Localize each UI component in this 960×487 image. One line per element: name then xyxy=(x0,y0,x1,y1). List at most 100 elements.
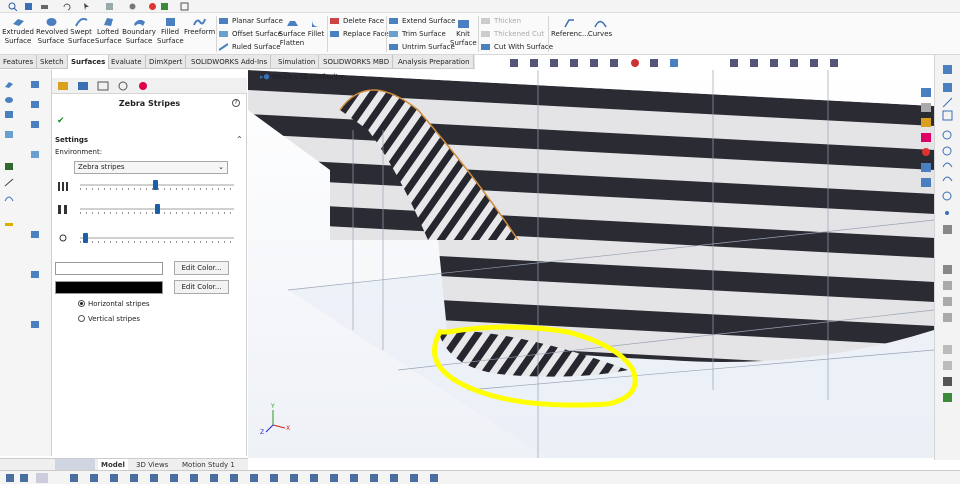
replace-face-button[interactable]: Replace Face xyxy=(330,28,389,40)
trim-surface-icon xyxy=(389,31,398,37)
cut-with-surface-button[interactable]: Cut With Surface xyxy=(481,41,553,53)
precision-icon xyxy=(59,234,67,242)
delete-face-icon[interactable] xyxy=(30,230,40,239)
extend-icon[interactable] xyxy=(30,270,40,279)
freeform-button[interactable]: Freeform xyxy=(184,13,215,37)
stripe-color-swatch-1 xyxy=(55,262,163,275)
appearance-icon[interactable] xyxy=(160,2,169,11)
lofted-surface-icon xyxy=(103,18,113,26)
revolved-surface-icon xyxy=(46,18,56,26)
view-toolbar-icons[interactable] xyxy=(510,59,838,67)
tab-simulation[interactable]: Simulation xyxy=(275,55,320,69)
sketch-icon[interactable] xyxy=(4,178,14,187)
horizontal-stripes-radio[interactable]: Horizontal stripes xyxy=(78,299,150,309)
select-icon[interactable] xyxy=(82,2,91,11)
rebuild-icon[interactable] xyxy=(105,2,114,11)
collapse-caret-icon[interactable]: ⌃ xyxy=(236,135,243,144)
tab-solidworks-mbd[interactable]: SOLIDWORKS MBD xyxy=(320,55,394,69)
document-title[interactable]: ▸⬢ thesis v10 (Default<... xyxy=(260,73,351,81)
slider-thumb[interactable] xyxy=(155,204,160,214)
tab-analysis-preparation[interactable]: Analysis Preparation xyxy=(395,55,474,69)
tab-solidworks-add-ins[interactable]: SOLIDWORKS Add-Ins xyxy=(188,55,272,69)
curve-icon[interactable] xyxy=(4,193,14,202)
appearance-icons[interactable] xyxy=(921,88,931,187)
configuration-manager-tab-icon[interactable] xyxy=(96,80,110,92)
offset-surface-button[interactable]: Offset Surface xyxy=(219,28,282,40)
lofted-surface-button[interactable]: Lofted Surface xyxy=(95,13,122,46)
edit-color-button-1[interactable]: Edit Color... xyxy=(174,261,229,275)
knit-surface-button[interactable]: Knit Surface xyxy=(450,15,477,48)
stripe-width-icon xyxy=(58,205,67,214)
save-icon[interactable] xyxy=(24,2,33,11)
fillet-icon[interactable] xyxy=(30,150,40,159)
swept-surface-icon[interactable] xyxy=(4,110,14,119)
offset-icon[interactable] xyxy=(30,100,40,109)
fillet-button[interactable]: Fillet xyxy=(306,15,326,39)
thickened-cut-button[interactable]: Thickened Cut xyxy=(481,28,544,40)
plane-icon[interactable] xyxy=(30,80,40,89)
stripe-width-slider[interactable] xyxy=(80,204,234,214)
planar-surface-button[interactable]: Planar Surface xyxy=(219,15,283,27)
boundary-surface-button[interactable]: Boundary Surface xyxy=(122,13,156,46)
right-toolbar-icons[interactable] xyxy=(942,65,953,402)
lofted-surface-icon[interactable] xyxy=(4,130,14,139)
number-of-stripes-slider[interactable] xyxy=(80,180,234,190)
reference-geometry-button[interactable]: Referenc... xyxy=(551,15,589,39)
reference-triad: Y X Z xyxy=(260,403,290,436)
replace-face-icon xyxy=(330,31,339,37)
precision-slider[interactable] xyxy=(80,233,234,243)
print-icon[interactable] xyxy=(40,2,49,11)
thicken-button[interactable]: Thicken xyxy=(481,15,521,27)
revolved-surface-button[interactable]: Revolved Surface xyxy=(36,13,68,46)
grid-icon[interactable] xyxy=(180,2,189,11)
tab-features[interactable]: Features xyxy=(0,55,38,69)
undo-icon[interactable] xyxy=(62,2,71,11)
ok-check-icon[interactable]: ✔ xyxy=(57,116,65,126)
vertical-stripes-radio[interactable]: Vertical stripes xyxy=(78,314,140,324)
trim-surface-icon[interactable] xyxy=(4,162,14,171)
tab-surfaces[interactable]: Surfaces xyxy=(68,55,110,69)
slider-thumb[interactable] xyxy=(83,233,88,243)
tab-sketch[interactable]: Sketch xyxy=(37,55,68,69)
left-toolbar xyxy=(0,70,52,456)
extruded-surface-icon[interactable] xyxy=(4,80,14,89)
tab-dimxpert[interactable]: DimXpert xyxy=(146,55,187,69)
zebra-stripes-property-manager: Zebra Stripes ? ✔ Settings ⌃ Environment… xyxy=(52,78,247,456)
measure-icon[interactable] xyxy=(4,220,14,229)
help-icon[interactable]: ? xyxy=(232,99,240,107)
options-gear-icon[interactable] xyxy=(128,2,137,11)
feature-manager-tab-icon[interactable] xyxy=(56,80,70,92)
ruled-icon[interactable] xyxy=(30,120,40,129)
customize-icon[interactable] xyxy=(148,2,157,11)
search-icon[interactable] xyxy=(8,2,17,11)
delete-face-button[interactable]: Delete Face xyxy=(330,15,384,27)
slider-thumb[interactable] xyxy=(153,180,158,190)
dimxpert-manager-tab-icon[interactable] xyxy=(116,80,130,92)
extruded-surface-button[interactable]: Extruded Surface xyxy=(2,13,34,46)
graphics-area[interactable]: Y X Z xyxy=(248,70,934,458)
command-manager-ribbon: Extruded Surface Revolved Surface Swept Sur… xyxy=(0,13,960,55)
edit-color-button-2[interactable]: Edit Color... xyxy=(174,280,229,294)
filled-surface-button[interactable]: Filled Surface xyxy=(157,13,184,46)
revolved-surface-icon[interactable] xyxy=(4,95,14,104)
property-manager-tab-icon[interactable] xyxy=(76,80,90,92)
environment-select[interactable]: Zebra stripes ⌄ xyxy=(74,161,228,174)
display-manager-tab-icon[interactable] xyxy=(136,80,150,92)
stripe-color-swatch-2 xyxy=(55,281,163,294)
knit-surface-icon xyxy=(457,20,469,28)
offset-surface-icon xyxy=(219,31,228,37)
curves-button[interactable]: Curves xyxy=(587,15,613,39)
untrim-surface-button[interactable]: Untrim Surface xyxy=(389,41,455,53)
swept-surface-button[interactable]: Swept Surface xyxy=(68,13,95,46)
tab-evaluate[interactable]: Evaluate xyxy=(108,55,146,69)
appearance-toolbar xyxy=(918,78,934,198)
surface-flatten-icon xyxy=(286,21,298,26)
delete-face-icon xyxy=(330,18,339,24)
surface-flatten-button[interactable]: Surface Flatten xyxy=(278,15,306,48)
extend-surface-button[interactable]: Extend Surface xyxy=(389,15,455,27)
trim-surface-button[interactable]: Trim Surface xyxy=(389,28,446,40)
knit-icon[interactable] xyxy=(30,320,40,329)
ruled-surface-button[interactable]: Ruled Surface xyxy=(219,41,281,53)
model-tabs: Model 3D Views Motion Study 1 xyxy=(0,458,248,471)
sketch-tool-icons[interactable] xyxy=(6,473,438,483)
